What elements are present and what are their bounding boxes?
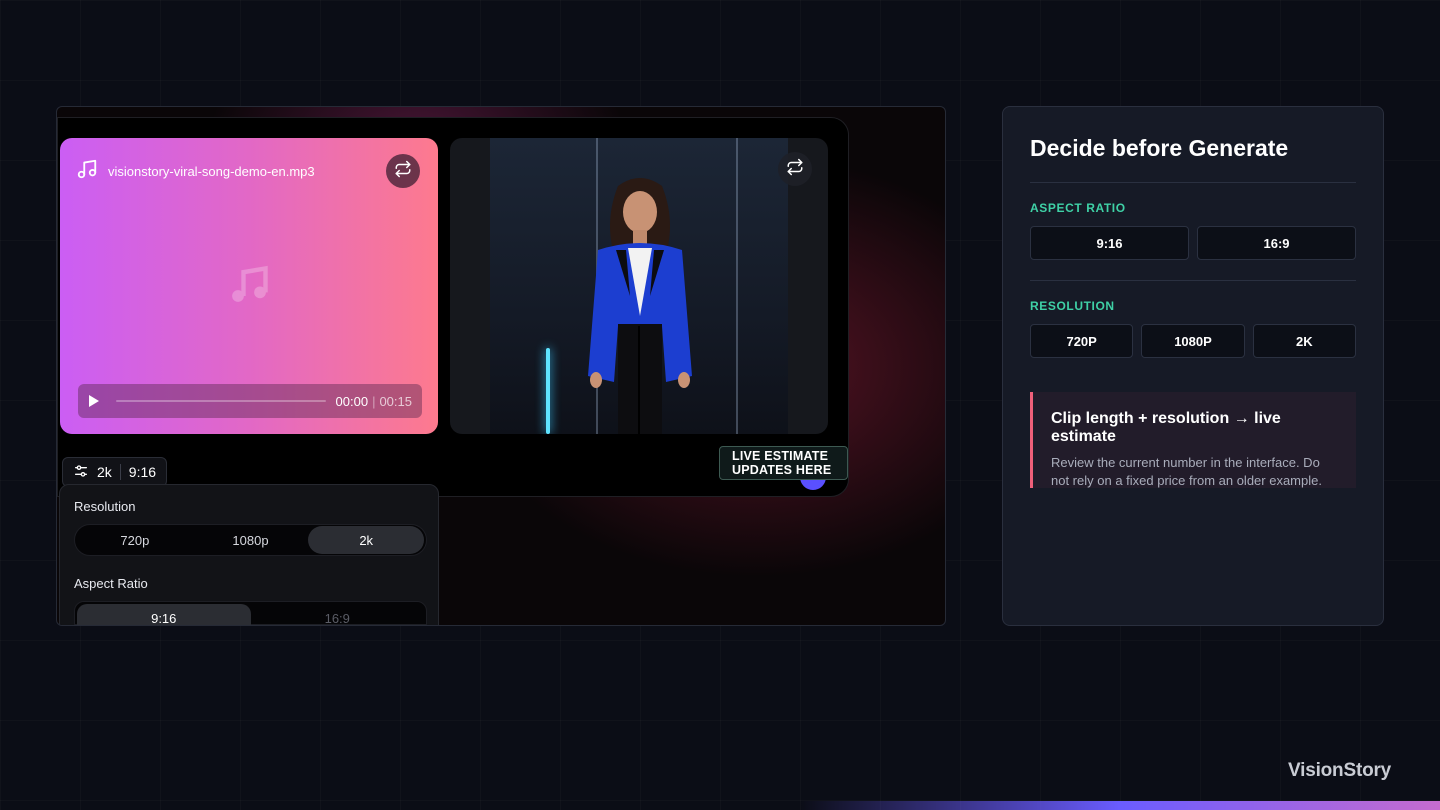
aspect-ratio-options: 9:16 16:9 [1030, 226, 1356, 260]
aspect-segmented-control: 9:16 16:9 [74, 601, 427, 625]
audio-player: 00:00 | 00:15 [78, 384, 422, 418]
audio-header: visionstory-viral-song-demo-en.mp3 [76, 158, 315, 185]
estimate-note: Clip length + resolution → live estimate… [1030, 392, 1356, 488]
settings-popover: Resolution 720p 1080p 2k Aspect Ratio 9:… [59, 484, 439, 625]
note-title: Clip length + resolution → live estimate [1051, 410, 1281, 445]
chip-resolution: 2k [97, 464, 112, 480]
aspect-option-9-16[interactable]: 9:16 [77, 604, 251, 625]
aspect-16-9-button[interactable]: 16:9 [1197, 226, 1356, 260]
resolution-option-2k[interactable]: 2k [308, 526, 425, 554]
audio-card: visionstory-viral-song-demo-en.mp3 00:00… [60, 138, 438, 434]
chip-divider [119, 464, 121, 480]
resolution-options: 720P 1080P 2K [1030, 324, 1356, 358]
popover-aspect-label: Aspect Ratio [74, 576, 148, 591]
brand-logo: VisionStory [1288, 760, 1392, 781]
play-icon[interactable] [88, 393, 104, 409]
divider [1030, 182, 1356, 183]
music-placeholder-icon [227, 263, 271, 312]
audio-progress-bar[interactable] [116, 400, 326, 402]
video-settings-chip[interactable]: 2k 9:16 [62, 457, 168, 487]
live-estimate-tag: LIVE ESTIMATE UPDATES HERE [719, 446, 848, 480]
sliders-icon [73, 463, 89, 482]
divider [1030, 280, 1356, 281]
audio-time-current: 00:00 [335, 393, 369, 409]
resolution-segmented-control: 720p 1080p 2k [74, 524, 427, 556]
swap-icon [786, 158, 804, 181]
replace-audio-button[interactable] [386, 154, 420, 188]
resolution-720p-button[interactable]: 720P [1030, 324, 1134, 358]
aspect-ratio-label: ASPECT RATIO [1030, 201, 1126, 215]
avatar-image-card [450, 138, 828, 434]
resolution-2k-button[interactable]: 2K [1252, 324, 1356, 358]
audio-filename: visionstory-viral-song-demo-en.mp3 [108, 164, 315, 179]
presenter-portrait [588, 178, 692, 434]
neon-light [546, 348, 550, 434]
resolution-option-720p[interactable]: 720p [77, 526, 193, 554]
resolution-1080p-button[interactable]: 1080P [1141, 324, 1245, 358]
audio-time-separator: | [372, 393, 376, 409]
note-body: Review the current number in the interfa… [1051, 455, 1322, 488]
panel-title: Decide before Generate [1030, 135, 1289, 161]
accent-line [800, 801, 1440, 810]
aspect-option-16-9[interactable]: 16:9 [251, 604, 425, 626]
chip-aspect: 9:16 [128, 464, 157, 480]
resolution-option-1080p[interactable]: 1080p [193, 526, 309, 554]
demo-stage: visionstory-viral-song-demo-en.mp3 00:00… [56, 106, 946, 626]
swap-icon [394, 160, 412, 183]
light-strip [736, 138, 738, 434]
app-card: visionstory-viral-song-demo-en.mp3 00:00… [57, 117, 849, 497]
audio-time-total: 00:15 [379, 393, 412, 409]
replace-image-button[interactable] [778, 152, 812, 186]
decision-panel: Decide before Generate ASPECT RATIO 9:16… [1002, 106, 1384, 626]
resolution-label: RESOLUTION [1030, 299, 1115, 313]
popover-resolution-label: Resolution [74, 499, 136, 514]
music-note-icon [76, 158, 98, 185]
aspect-9-16-button[interactable]: 9:16 [1030, 226, 1189, 260]
